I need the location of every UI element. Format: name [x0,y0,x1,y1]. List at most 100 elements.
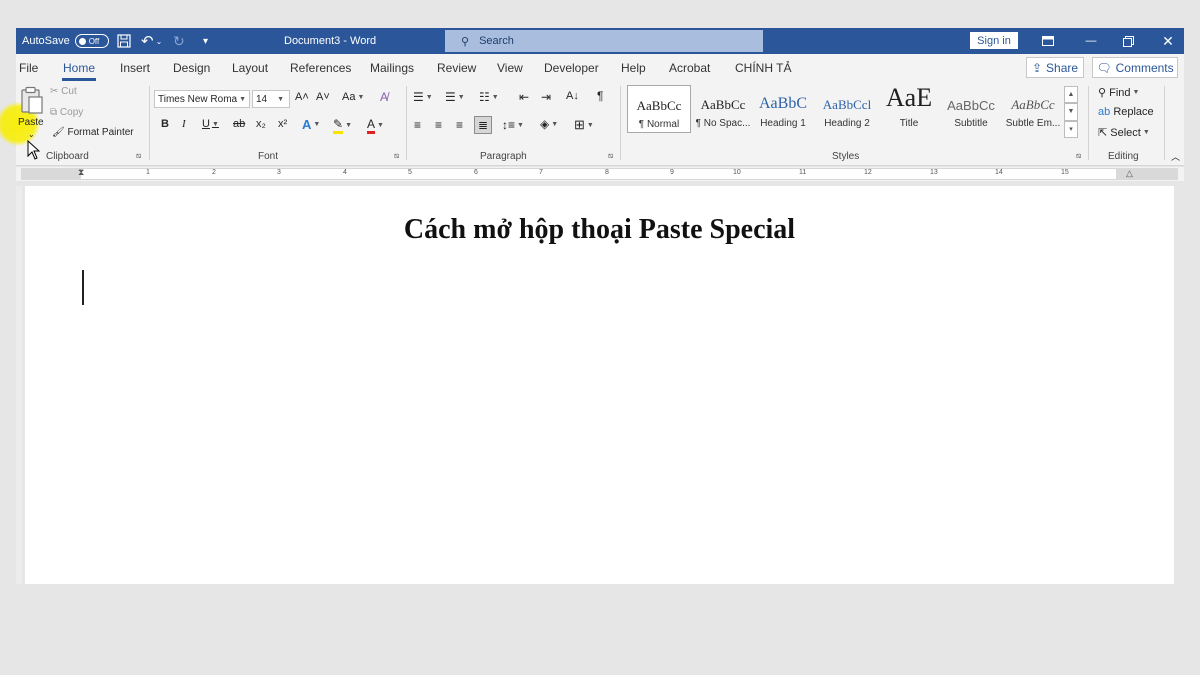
highlight-color-icon[interactable]: ✎ ▼ [333,117,352,134]
restore-icon[interactable] [1120,28,1136,54]
numbering-icon[interactable]: ☰ ▼ [445,90,465,104]
font-color-icon[interactable]: A ▼ [367,117,384,134]
minimize-icon[interactable]: — [1083,28,1099,54]
bold-icon[interactable]: B [161,118,169,130]
shrink-font-icon[interactable]: A˅ [316,91,330,103]
change-case-button[interactable]: Aa ▼ [342,91,364,103]
ruler-number: 14 [995,169,1003,176]
tab-file[interactable]: File [19,61,38,75]
autosave-control[interactable]: AutoSave Off [22,28,109,54]
comments-label: Comments [1115,60,1174,75]
font-dialog-launcher-icon[interactable]: ⧅ [394,151,399,161]
tab-developer[interactable]: Developer [544,61,599,75]
align-center-icon[interactable]: ≡ [435,118,442,132]
tab-acrobat[interactable]: Acrobat [669,61,710,75]
subscript-icon[interactable]: x₂ [256,118,266,130]
clear-formatting-icon[interactable]: A̸ [380,90,388,104]
tab-chinh-ta[interactable]: CHÍNH TẢ [735,61,791,75]
replace-label: Replace [1113,106,1154,118]
redo-icon[interactable]: ↻ [173,28,185,54]
align-left-icon[interactable]: ≡ [414,118,421,132]
copy-button[interactable]: ⧉ Copy [50,107,83,118]
search-box[interactable]: ⚲ Search [445,30,763,52]
divider [1164,86,1165,160]
italic-icon[interactable]: I [182,118,186,130]
tab-insert[interactable]: Insert [120,61,150,75]
gallery-up-icon[interactable]: ▲ [1064,86,1078,104]
clipboard-dialog-launcher-icon[interactable]: ⧅ [136,151,141,161]
style-title[interactable]: AaE Title [877,83,941,133]
styles-dialog-launcher-icon[interactable]: ⧅ [1076,151,1081,161]
gallery-down-icon[interactable]: ▼ [1064,103,1078,121]
scissors-icon: ✂ [50,86,59,97]
format-painter-button[interactable]: 🖌 Format Painter [52,127,134,138]
font-size-select[interactable]: 14 ▼ [252,90,290,108]
style-name: ¶ No Spac... [695,118,751,129]
tab-references[interactable]: References [290,61,351,75]
gallery-more-icon[interactable]: ▾ [1064,120,1078,138]
select-button[interactable]: ⇱ Select ▼ [1098,126,1150,140]
chevron-down-icon: ▼ [345,122,352,129]
tab-view[interactable]: View [497,61,523,75]
font-name-select[interactable]: Times New Roma ▼ [154,90,250,108]
tab-help[interactable]: Help [621,61,646,75]
comments-button[interactable]: 🗨 Comments [1092,57,1178,78]
style-subtitle[interactable]: AaBbCc Subtitle [939,85,1003,133]
multilevel-list-icon[interactable]: ☷ ▼ [479,90,499,104]
style-normal[interactable]: AaBbCc ¶ Normal [627,85,691,133]
increase-indent-icon[interactable]: ⇥ [541,90,551,104]
document-page[interactable]: Cách mở hộp thoại Paste Special [25,186,1174,584]
paste-dropdown-icon[interactable]: ⌄ [28,130,35,139]
collapse-ribbon-icon[interactable]: ︿ [1171,150,1180,163]
style-heading-2[interactable]: AaBbCcl Heading 2 [815,85,879,133]
customize-quick-access-icon[interactable]: ▾ [203,28,208,54]
ruler-number: 8 [605,169,609,176]
font-size-value: 14 [256,93,268,105]
sort-icon[interactable]: A↓ [566,90,579,102]
sign-in-button[interactable]: Sign in [970,32,1018,49]
autosave-toggle[interactable]: Off [74,34,109,48]
paste-button[interactable] [20,86,44,116]
tab-mailings[interactable]: Mailings [370,61,414,75]
tab-home[interactable]: Home [61,61,97,81]
superscript-icon[interactable]: x² [278,118,287,130]
line-spacing-icon[interactable]: ↕≡ ▼ [502,118,524,132]
style-heading-1[interactable]: AaBbC Heading 1 [751,85,815,133]
chevron-down-icon: ▼ [551,120,559,128]
paragraph-dialog-launcher-icon[interactable]: ⧅ [608,151,613,161]
share-button[interactable]: ⇪ Share [1026,57,1084,78]
strikethrough-icon[interactable]: ab [233,118,245,130]
style-sample: AaBbCcl [822,97,872,112]
decrease-indent-icon[interactable]: ⇤ [519,90,529,104]
justify-icon[interactable]: ≣ [474,116,492,134]
indent-marker-icon[interactable]: ⧗ [78,167,84,178]
chevron-down-icon: ▼ [491,93,499,101]
align-right-icon[interactable]: ≡ [456,118,463,132]
undo-icon[interactable]: ↶ ⌄ [141,28,162,54]
find-button[interactable]: ⚲ Find ▼ [1098,86,1139,100]
tab-review[interactable]: Review [437,61,476,75]
style-no-spacing[interactable]: AaBbCc ¶ No Spac... [691,85,755,133]
document-heading[interactable]: Cách mở hộp thoại Paste Special [25,214,1174,246]
ribbon-home: ✂ Cut ⧉ Copy 🖌 Format Painter Clipboard … [16,82,1184,166]
right-indent-marker-icon[interactable]: △ [1126,168,1133,179]
tab-design[interactable]: Design [173,61,210,75]
grow-font-icon[interactable]: A˄ [295,91,309,103]
borders-icon[interactable]: ⊞ ▼ [574,117,594,133]
paste-label[interactable]: Paste [18,117,44,128]
underline-icon[interactable]: U ▼ [202,118,219,130]
tab-layout[interactable]: Layout [232,61,268,75]
save-icon[interactable] [116,28,132,54]
style-subtle-emphasis[interactable]: AaBbCc Subtle Em... [1001,85,1065,133]
cut-button[interactable]: ✂ Cut [50,86,77,97]
chevron-down-icon: ▼ [586,121,594,129]
bullets-icon[interactable]: ☰ ▼ [413,90,433,104]
horizontal-ruler[interactable]: 1 2 3 4 5 6 7 8 9 10 11 12 13 14 15 ⧗ △ [16,167,1184,181]
close-icon[interactable]: ✕ [1160,28,1176,54]
ribbon-display-options-icon[interactable] [1040,28,1056,54]
divider [620,86,621,160]
replace-button[interactable]: ab Replace [1098,106,1154,118]
show-paragraph-marks-icon[interactable]: ¶ [597,89,603,103]
text-effects-icon[interactable]: A ▼ [302,117,320,132]
shading-icon[interactable]: ◈ ▼ [540,117,558,131]
